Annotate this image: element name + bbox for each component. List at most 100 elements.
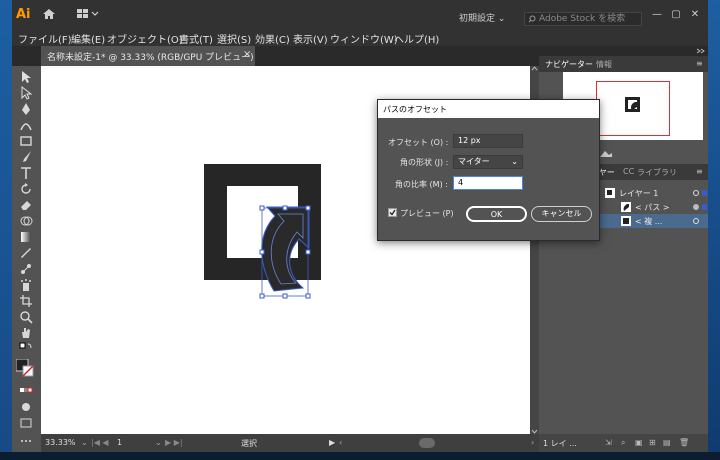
- panel-menu-icon[interactable]: ≡: [696, 59, 703, 68]
- status-menu-icon[interactable]: ▶: [329, 438, 335, 447]
- swap-colors-icon[interactable]: [19, 342, 33, 356]
- offset-input[interactable]: 12 px: [453, 134, 523, 148]
- scroll-right-icon[interactable]: ›: [531, 438, 534, 447]
- rotate-tool-icon[interactable]: [19, 182, 33, 196]
- menu-type[interactable]: 書式(T): [179, 31, 213, 46]
- artboard-number[interactable]: 1: [117, 438, 122, 447]
- maximize-button[interactable]: ▢: [669, 9, 683, 21]
- search-icon: [528, 15, 536, 23]
- zoom-tool-icon[interactable]: [19, 310, 33, 324]
- next-artboard-icon[interactable]: ▶ ▶|: [165, 438, 183, 447]
- more-tools-icon[interactable]: [19, 434, 33, 448]
- zoom-level[interactable]: 33.33%: [45, 438, 76, 447]
- menu-object[interactable]: オブジェクト(O): [107, 31, 183, 46]
- zoom-dropdown-icon[interactable]: ⌄: [81, 438, 88, 447]
- menu-view[interactable]: 表示(V): [293, 31, 328, 46]
- compound-thumbnail: [621, 216, 631, 226]
- layers-footer: 1 レイ ... ⇲ ⌕ ▣ ⊞ ▤ 🗑: [539, 434, 708, 452]
- symbol-sprayer-tool-icon[interactable]: [19, 278, 33, 292]
- screen-mode-icon[interactable]: [19, 416, 33, 430]
- workspace-preset-dropdown[interactable]: 初期設定 ⌄: [459, 12, 519, 26]
- path-thumbnail: [621, 202, 631, 212]
- title-bar: Ai 初期設定 ⌄ Adobe Stock を検索 — ▢ ✕: [12, 0, 708, 29]
- preview-checkbox[interactable]: [388, 208, 397, 217]
- dialog-title: パスのオフセット: [383, 105, 447, 114]
- workspace-switcher-icon[interactable]: [76, 8, 102, 20]
- minimize-button[interactable]: —: [650, 9, 664, 21]
- windows-taskbar: [0, 452, 720, 460]
- tab-libraries[interactable]: ライブラリ: [637, 167, 677, 178]
- color-mode-icon[interactable]: [19, 384, 33, 398]
- joins-select[interactable]: マイター ⌄: [453, 155, 523, 169]
- export-icon[interactable]: ⇲: [605, 438, 612, 447]
- clipping-mask-icon[interactable]: ▣: [635, 438, 643, 447]
- new-layer-icon[interactable]: ▤: [663, 438, 671, 447]
- menu-effect[interactable]: 効果(C): [255, 31, 290, 46]
- status-mode: 選択: [241, 439, 257, 448]
- blend-tool-icon[interactable]: [19, 262, 33, 276]
- offset-label: オフセット (O) :: [388, 138, 449, 147]
- joins-value: マイター: [458, 157, 490, 166]
- layer-count: 1 レイ ...: [543, 439, 577, 448]
- eraser-tool-icon[interactable]: [19, 198, 33, 212]
- direct-selection-tool-icon[interactable]: [19, 86, 33, 100]
- chevron-down-icon: ⌄: [511, 157, 518, 166]
- layer-thumbnail: [605, 188, 615, 198]
- layer-name: レイヤー 1: [619, 189, 659, 198]
- tools-panel: [12, 66, 41, 452]
- navigator-tabs: ナビゲーター 情報 ≡: [539, 56, 708, 72]
- type-tool-icon[interactable]: [19, 166, 33, 180]
- hand-tool-icon[interactable]: [19, 326, 33, 340]
- offset-path-dialog: パスのオフセット オフセット (O) : 12 px 角の形状 (J) : マイ…: [377, 99, 600, 241]
- illustrator-window: Ai 初期設定 ⌄ Adobe Stock を検索 — ▢ ✕ ファイル(F) …: [12, 0, 708, 452]
- artboard-tool-icon[interactable]: [19, 294, 33, 308]
- paintbrush-tool-icon[interactable]: [19, 150, 33, 164]
- pen-tool-icon[interactable]: [19, 102, 33, 116]
- draw-mode-icon[interactable]: [19, 400, 33, 414]
- menu-bar: ファイル(F) 編集(E) オブジェクト(O) 書式(T) 選択(S) 効果(C…: [12, 29, 708, 46]
- close-window-button[interactable]: ✕: [688, 9, 702, 21]
- scroll-left-icon[interactable]: ‹: [339, 438, 342, 447]
- first-artboard-icon[interactable]: |◀ ◀: [91, 438, 109, 447]
- preview-label[interactable]: プレビュー (P): [400, 208, 454, 219]
- tab-info[interactable]: 情報: [596, 59, 612, 70]
- layer-row-1[interactable]: レイヤー 1: [585, 186, 708, 200]
- fill-stroke-swatch[interactable]: [16, 359, 34, 377]
- tab-navigator[interactable]: ナビゲーター: [545, 59, 593, 70]
- home-icon[interactable]: [42, 8, 56, 20]
- document-tab-bar: 名称未設定-1* @ 33.33% (RGB/GPU プレビュー) ×: [12, 46, 539, 66]
- menu-help[interactable]: ヘルプ(H): [394, 31, 439, 46]
- document-tab-title: 名称未設定-1* @ 33.33% (RGB/GPU プレビュー): [47, 53, 254, 63]
- compound-layer-name: < 複 ...: [635, 217, 663, 226]
- panel-dock-header: [539, 46, 708, 56]
- menu-file[interactable]: ファイル(F): [18, 31, 72, 46]
- mountain-large-icon[interactable]: [599, 148, 613, 158]
- delete-layer-icon[interactable]: 🗑: [679, 438, 689, 447]
- layer-row-compound[interactable]: < 複 ...: [585, 214, 708, 228]
- horizontal-scroll-thumb[interactable]: [419, 438, 435, 448]
- path-layer-name: < パス >: [635, 203, 670, 212]
- miter-limit-input[interactable]: 4: [453, 176, 523, 190]
- dialog-title-bar[interactable]: パスのオフセット: [378, 100, 599, 118]
- gradient-tool-icon[interactable]: [19, 230, 33, 244]
- layer-row-path[interactable]: < パス >: [585, 200, 708, 214]
- layers-panel-menu-icon[interactable]: ≡: [696, 167, 703, 176]
- document-tab[interactable]: 名称未設定-1* @ 33.33% (RGB/GPU プレビュー) ×: [41, 46, 255, 66]
- menu-select[interactable]: 選択(S): [217, 31, 251, 46]
- new-sublayer-icon[interactable]: ⊞: [649, 438, 656, 447]
- selection-tool-icon[interactable]: [19, 70, 33, 84]
- ok-button[interactable]: OK: [466, 206, 527, 222]
- cancel-button[interactable]: キャンセル: [531, 206, 592, 222]
- rectangle-tool-icon[interactable]: [19, 134, 33, 148]
- status-bar: 33.33% ⌄ |◀ ◀ 1 ⌄ ▶ ▶| 選択 ▶ ‹ ›: [41, 434, 539, 452]
- curvature-tool-icon[interactable]: [19, 118, 33, 132]
- eyedropper-tool-icon[interactable]: [19, 246, 33, 260]
- close-tab-button[interactable]: ×: [243, 49, 251, 60]
- menu-edit[interactable]: 編集(E): [71, 31, 105, 46]
- shape-builder-tool-icon[interactable]: [19, 214, 33, 228]
- artboard-dropdown-icon[interactable]: ⌄: [155, 438, 162, 447]
- cc-libraries-icon[interactable]: CC: [623, 167, 634, 176]
- menu-window[interactable]: ウィンドウ(W): [330, 31, 398, 46]
- locate-object-icon[interactable]: ⌕: [621, 438, 625, 448]
- adobe-stock-search[interactable]: Adobe Stock を検索: [524, 12, 642, 26]
